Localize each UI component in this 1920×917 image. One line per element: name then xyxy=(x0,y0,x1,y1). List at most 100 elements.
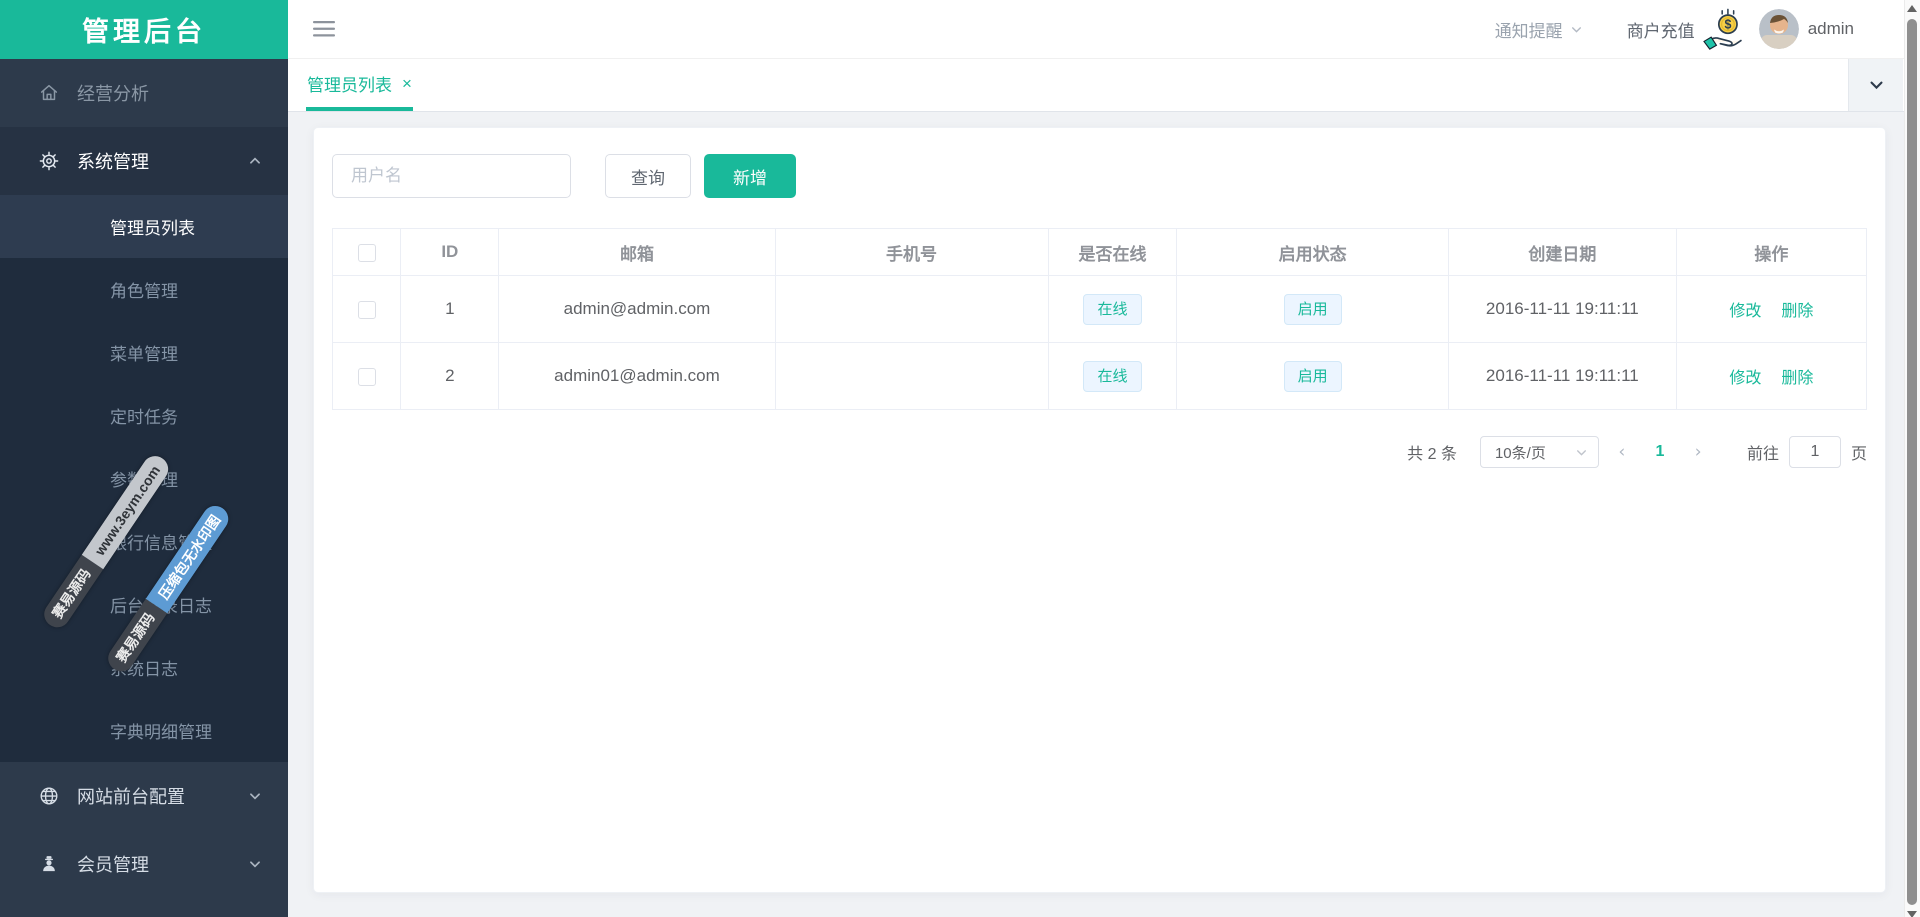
total-count-label: 共 2 条 xyxy=(1407,440,1457,464)
cell-actions: 修改 删除 xyxy=(1676,343,1866,410)
home-icon xyxy=(37,81,61,105)
page-size-select[interactable]: 10条/页 xyxy=(1480,436,1599,468)
sidebar-item-label: 管理员列表 xyxy=(110,214,195,239)
column-header-actions: 操作 xyxy=(1676,229,1866,276)
tab-actions-dropdown[interactable] xyxy=(1848,59,1903,111)
sidebar-item-label: 系统管理 xyxy=(77,148,149,174)
app-logo: 管理后台 xyxy=(0,0,288,59)
column-header-id: ID xyxy=(401,229,499,276)
online-badge: 在线 xyxy=(1083,294,1141,325)
cell-phone xyxy=(775,343,1048,410)
table-header-row: ID 邮箱 手机号 是否在线 启用状态 创建日期 操作 xyxy=(333,229,1867,276)
cell-status: 启用 xyxy=(1177,343,1449,410)
sidebar-item-bank[interactable]: 银行信息管理 xyxy=(0,510,288,573)
sidebar-item-label: 菜单管理 xyxy=(110,340,178,365)
goto-page-input[interactable] xyxy=(1789,436,1841,468)
cell-id: 1 xyxy=(401,276,499,343)
edit-link[interactable]: 修改 xyxy=(1729,370,1761,387)
admin-table: ID 邮箱 手机号 是否在线 启用状态 创建日期 操作 1 admin@admi… xyxy=(332,228,1867,410)
sidebar-item-label: 会员管理 xyxy=(77,851,149,877)
edit-link[interactable]: 修改 xyxy=(1729,303,1761,320)
status-badge: 启用 xyxy=(1284,361,1342,392)
sidebar-item-members[interactable]: 会员管理 xyxy=(0,830,288,898)
cell-select xyxy=(333,276,401,343)
sidebar-item-role[interactable]: 角色管理 xyxy=(0,258,288,321)
cell-select xyxy=(333,343,401,410)
search-toolbar: 查询 新增 xyxy=(332,154,1867,198)
cell-id: 2 xyxy=(401,343,499,410)
notice-label: 通知提醒 xyxy=(1495,17,1563,42)
gear-icon xyxy=(37,149,61,173)
scroll-up-arrow-icon[interactable] xyxy=(1907,5,1917,12)
topbar-right: 通知提醒 商户充值 $ xyxy=(1495,7,1854,51)
cell-email: admin@admin.com xyxy=(499,276,775,343)
sidebar-item-system[interactable]: 系统管理 xyxy=(0,127,288,195)
status-badge: 启用 xyxy=(1284,294,1342,325)
sidebar-item-frontend-config[interactable]: 网站前台配置 xyxy=(0,762,288,830)
search-button[interactable]: 查询 xyxy=(605,154,691,198)
column-header-select xyxy=(333,229,401,276)
row-checkbox[interactable] xyxy=(358,301,376,319)
sidebar-item-cron[interactable]: 定时任务 xyxy=(0,384,288,447)
recharge-coin-icon[interactable]: $ xyxy=(1703,7,1749,51)
scroll-down-arrow-icon[interactable] xyxy=(1907,911,1917,917)
sidebar-item-label: 字典明细管理 xyxy=(110,718,212,743)
prev-page-button[interactable]: ‹ xyxy=(1599,442,1645,462)
chevron-down-icon xyxy=(248,789,262,803)
cell-phone xyxy=(775,276,1048,343)
column-header-status: 启用状态 xyxy=(1177,229,1449,276)
sidebar-item-label: 定时任务 xyxy=(110,403,178,428)
chevron-up-icon xyxy=(248,154,262,168)
online-badge: 在线 xyxy=(1083,361,1141,392)
add-button[interactable]: 新增 xyxy=(704,154,796,198)
column-header-created: 创建日期 xyxy=(1448,229,1676,276)
select-all-checkbox[interactable] xyxy=(358,244,376,262)
avatar[interactable] xyxy=(1759,9,1799,49)
pagination: 共 2 条 10条/页 ‹ 1 › 前往 页 xyxy=(332,436,1867,468)
sidebar-item-label: 网站前台配置 xyxy=(77,783,185,809)
sidebar-item-menu[interactable]: 菜单管理 xyxy=(0,321,288,384)
chevron-down-icon xyxy=(1868,77,1885,94)
merchant-recharge-link[interactable]: 商户充值 xyxy=(1627,17,1695,42)
column-header-email: 邮箱 xyxy=(499,229,775,276)
username-label[interactable]: admin xyxy=(1808,19,1854,39)
globe-icon xyxy=(37,784,61,808)
column-header-phone: 手机号 xyxy=(775,229,1048,276)
cell-online: 在线 xyxy=(1048,276,1177,343)
tab-admin-list[interactable]: 管理员列表 × xyxy=(306,59,413,111)
row-checkbox[interactable] xyxy=(358,368,376,386)
delete-link[interactable]: 删除 xyxy=(1781,303,1813,320)
scrollbar[interactable] xyxy=(1904,0,1920,917)
goto-label: 前往 xyxy=(1747,440,1779,464)
cell-created: 2016-11-11 19:11:11 xyxy=(1448,276,1676,343)
tabbar: 管理员列表 × xyxy=(288,59,1904,112)
cell-created: 2016-11-11 19:11:11 xyxy=(1448,343,1676,410)
member-icon xyxy=(37,852,61,876)
content-card: 查询 新增 ID 邮箱 手机号 是否在线 启用状态 创建日期 操作 xyxy=(313,127,1886,893)
table-row: 2 admin01@admin.com 在线 启用 2016-11-11 19:… xyxy=(333,343,1867,410)
cell-actions: 修改 删除 xyxy=(1676,276,1866,343)
cell-status: 启用 xyxy=(1177,276,1449,343)
cell-email: admin01@admin.com xyxy=(499,343,775,410)
table-row: 1 admin@admin.com 在线 启用 2016-11-11 19:11… xyxy=(333,276,1867,343)
column-header-online: 是否在线 xyxy=(1048,229,1177,276)
sidebar-item-dict[interactable]: 字典明细管理 xyxy=(0,699,288,762)
sidebar: 管理后台 经营分析 系统管理 xyxy=(0,0,288,917)
page-number-1[interactable]: 1 xyxy=(1645,443,1675,461)
next-page-button[interactable]: › xyxy=(1675,442,1721,462)
svg-text:$: $ xyxy=(1724,18,1731,32)
sidebar-item-admin-list[interactable]: 管理员列表 xyxy=(0,195,288,258)
scrollbar-thumb[interactable] xyxy=(1907,19,1917,905)
goto-page-group: 前往 页 xyxy=(1747,436,1867,468)
username-search-input[interactable] xyxy=(332,154,571,198)
tab-label: 管理员列表 xyxy=(307,71,392,96)
admin-app: 管理后台 经营分析 系统管理 xyxy=(0,0,1920,917)
menu-toggle-button[interactable] xyxy=(313,20,335,38)
notice-dropdown[interactable]: 通知提醒 xyxy=(1495,17,1583,42)
tab-close-icon[interactable]: × xyxy=(402,75,412,92)
delete-link[interactable]: 删除 xyxy=(1781,370,1813,387)
topbar: 通知提醒 商户充值 $ xyxy=(288,0,1904,59)
page-unit-label: 页 xyxy=(1851,440,1867,464)
sidebar-item-analysis[interactable]: 经营分析 xyxy=(0,59,288,127)
cell-online: 在线 xyxy=(1048,343,1177,410)
